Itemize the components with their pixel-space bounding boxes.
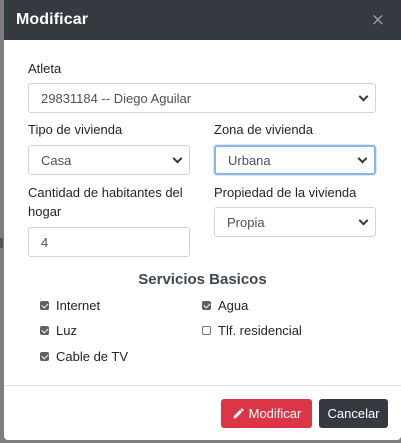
agua-label: Agua xyxy=(218,298,249,313)
luz-label: Luz xyxy=(56,323,77,338)
propiedad-label: Propiedad de la vivienda xyxy=(214,185,357,200)
internet-label: Internet xyxy=(56,298,101,313)
cable-checkbox[interactable] xyxy=(40,352,49,361)
modal-header: Modificar × xyxy=(4,0,401,40)
agua-checkbox[interactable] xyxy=(202,301,211,310)
cable-label: Cable de TV xyxy=(56,349,129,364)
modificar-label: Modificar xyxy=(248,406,302,421)
modify-modal: Modificar × Atleta 29831184 -- Diego Agu… xyxy=(4,0,401,440)
service-luz[interactable]: Luz xyxy=(40,323,77,338)
cancelar-button[interactable]: Cancelar xyxy=(319,399,388,428)
zona-vivienda-select[interactable]: Urbana xyxy=(214,145,376,175)
close-icon[interactable]: × xyxy=(371,11,385,29)
services-title: Servicios Basicos xyxy=(138,271,267,288)
propiedad-value: Propia xyxy=(227,214,265,230)
atleta-select[interactable]: 29831184 -- Diego Aguilar xyxy=(28,83,376,113)
luz-checkbox[interactable] xyxy=(40,326,49,335)
atleta-value: 29831184 -- Diego Aguilar xyxy=(41,90,192,106)
cancelar-label: Cancelar xyxy=(327,406,380,421)
tipo-vivienda-label: Tipo de vivienda xyxy=(28,122,123,137)
chevron-down-icon xyxy=(357,153,368,164)
tipo-vivienda-select[interactable]: Casa xyxy=(28,145,190,175)
service-cable[interactable]: Cable de TV xyxy=(40,349,128,364)
tlf-label: Tlf. residencial xyxy=(218,323,302,338)
modificar-button[interactable]: Modificar xyxy=(221,399,312,428)
chevron-down-icon xyxy=(358,91,369,102)
tlf-checkbox[interactable] xyxy=(202,326,211,335)
chevron-down-icon xyxy=(358,215,369,226)
habitantes-input[interactable]: 4 xyxy=(28,227,190,257)
zona-vivienda-value: Urbana xyxy=(228,152,271,168)
pencil-icon xyxy=(233,408,244,419)
internet-checkbox[interactable] xyxy=(40,301,49,310)
service-internet[interactable]: Internet xyxy=(40,298,100,313)
service-agua[interactable]: Agua xyxy=(202,298,248,313)
footer-divider xyxy=(4,385,401,386)
tipo-vivienda-value: Casa xyxy=(41,152,72,168)
zona-vivienda-label: Zona de vivienda xyxy=(214,122,314,137)
habitantes-label: Cantidad de habitantes del hogar xyxy=(28,185,183,219)
atleta-label: Atleta xyxy=(28,61,62,76)
chevron-down-icon xyxy=(172,153,183,164)
propiedad-select[interactable]: Propia xyxy=(214,207,376,237)
modal-title: Modificar xyxy=(16,11,89,28)
background-fragment xyxy=(0,238,3,248)
habitantes-value: 4 xyxy=(41,234,49,250)
service-tlf[interactable]: Tlf. residencial xyxy=(202,323,302,338)
modal-body: Atleta 29831184 -- Diego Aguilar Tipo de… xyxy=(4,40,401,385)
